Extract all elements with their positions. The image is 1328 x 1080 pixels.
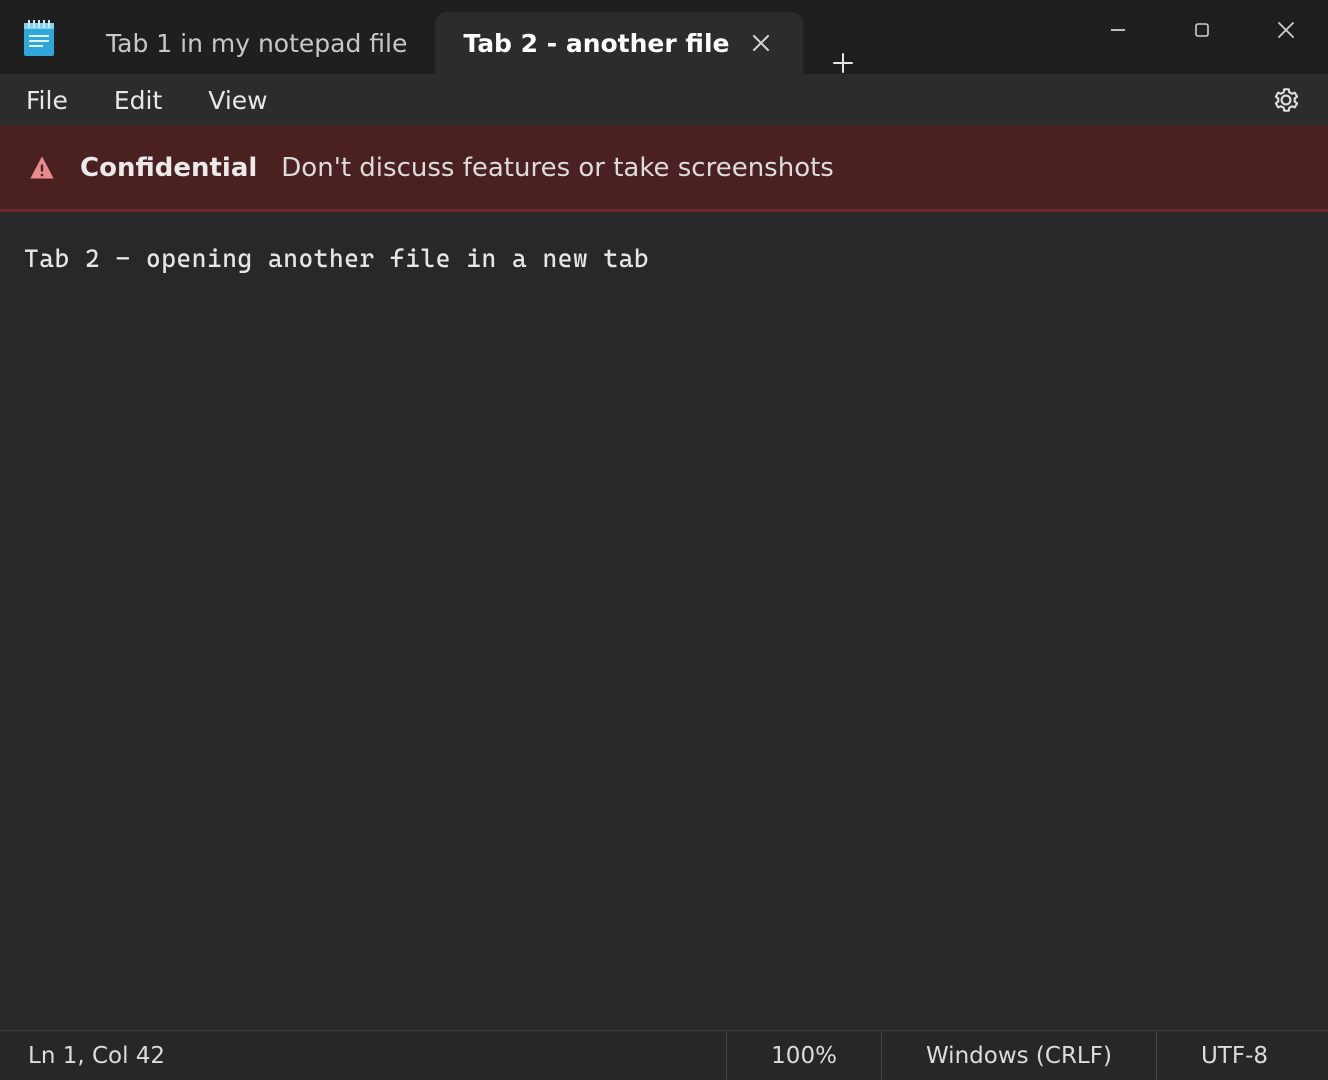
text-editor[interactable]: Tab 2 - opening another file in a new ta… <box>0 212 1328 1030</box>
banner-title: Confidential <box>80 153 257 183</box>
warning-icon <box>28 154 56 182</box>
settings-gear-icon[interactable] <box>1266 80 1306 120</box>
status-encoding[interactable]: UTF-8 <box>1156 1031 1328 1080</box>
minimize-button[interactable] <box>1076 8 1160 52</box>
app-icon-wrap <box>0 0 78 74</box>
tab-1[interactable]: Tab 1 in my notepad file <box>78 12 435 74</box>
statusbar: Ln 1, Col 42 100% Windows (CRLF) UTF-8 <box>0 1030 1328 1080</box>
status-cursor-position[interactable]: Ln 1, Col 42 <box>0 1043 726 1069</box>
new-tab-button[interactable] <box>813 52 873 74</box>
tab-label: Tab 1 in my notepad file <box>106 29 407 58</box>
menu-view[interactable]: View <box>200 82 275 119</box>
menubar: File Edit View <box>0 74 1328 126</box>
close-window-button[interactable] <box>1244 8 1328 52</box>
banner-message: Don't discuss features or take screensho… <box>281 153 834 183</box>
confidential-banner: Confidential Don't discuss features or t… <box>0 126 1328 212</box>
tab-strip: Tab 1 in my notepad file Tab 2 - another… <box>78 0 873 74</box>
editor-content: Tab 2 - opening another file in a new ta… <box>24 244 649 273</box>
status-line-endings[interactable]: Windows (CRLF) <box>881 1031 1156 1080</box>
window-controls <box>1076 0 1328 74</box>
notepad-app-icon <box>24 20 54 54</box>
menu-edit[interactable]: Edit <box>106 82 170 119</box>
close-tab-icon[interactable] <box>747 29 775 57</box>
menu-file[interactable]: File <box>18 82 76 119</box>
titlebar: Tab 1 in my notepad file Tab 2 - another… <box>0 0 1328 74</box>
tab-2[interactable]: Tab 2 - another file <box>435 12 803 74</box>
maximize-button[interactable] <box>1160 8 1244 52</box>
status-zoom[interactable]: 100% <box>726 1031 881 1080</box>
tab-label: Tab 2 - another file <box>463 29 729 58</box>
